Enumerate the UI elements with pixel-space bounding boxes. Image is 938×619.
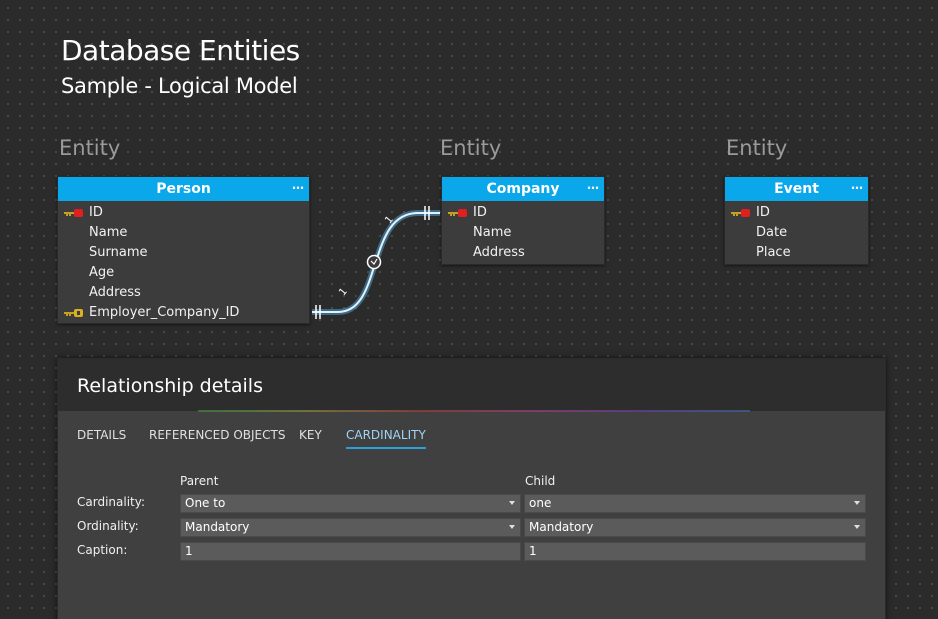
entity-header-company[interactable]: Company … bbox=[442, 177, 604, 201]
attribute-name: Address bbox=[473, 245, 525, 260]
tab-referenced-objects[interactable]: REFERENCED OBJECTS bbox=[149, 427, 285, 449]
attribute-name: Address bbox=[89, 285, 141, 300]
cardinality-label: Cardinality: bbox=[77, 495, 146, 509]
attribute-row[interactable]: Age bbox=[58, 263, 309, 283]
select-value: one bbox=[529, 496, 552, 510]
parent-cardinality-select[interactable]: One to bbox=[180, 494, 521, 513]
child-caption-input[interactable]: 1 bbox=[524, 542, 866, 561]
parent-column-header: Parent bbox=[180, 474, 219, 488]
primary-key-icon bbox=[64, 209, 83, 217]
chevron-down-icon bbox=[509, 525, 515, 529]
entity-person[interactable]: Person … ID Name Surname Age Address Emp… bbox=[57, 176, 310, 324]
relationship-details-panel: Relationship details DETAILS REFERENCED … bbox=[57, 358, 886, 619]
entity-name: Event bbox=[774, 181, 819, 197]
attribute-name: Surname bbox=[89, 245, 148, 260]
attribute-name: ID bbox=[473, 205, 487, 220]
entity-header-person[interactable]: Person … bbox=[58, 177, 309, 201]
tab-cardinality[interactable]: CARDINALITY bbox=[346, 427, 426, 449]
panel-accent-divider bbox=[198, 410, 750, 412]
panel-title: Relationship details bbox=[77, 375, 263, 397]
diagram-title: Database Entities bbox=[61, 34, 300, 67]
chevron-down-icon bbox=[854, 525, 860, 529]
entity-menu-icon[interactable]: … bbox=[851, 173, 863, 197]
attribute-name: Place bbox=[756, 245, 791, 260]
select-value: Mandatory bbox=[185, 520, 250, 534]
attribute-name: ID bbox=[89, 205, 103, 220]
attribute-name: Date bbox=[756, 225, 788, 240]
chevron-down-icon bbox=[509, 501, 515, 505]
entity-type-label-company: Entity bbox=[440, 136, 502, 160]
entity-header-event[interactable]: Event … bbox=[725, 177, 868, 201]
attribute-row[interactable]: Date bbox=[725, 223, 868, 243]
parent-caption-label: 1 bbox=[337, 286, 350, 298]
panel-header: Relationship details bbox=[58, 359, 885, 411]
attribute-row[interactable]: Surname bbox=[58, 243, 309, 263]
attribute-row[interactable]: Address bbox=[442, 243, 604, 263]
entity-company[interactable]: Company … ID Name Address bbox=[441, 176, 605, 265]
child-column-header: Child bbox=[525, 474, 556, 488]
parent-caption-input[interactable]: 1 bbox=[180, 542, 521, 561]
child-cardinality-select[interactable]: one bbox=[524, 494, 866, 513]
attribute-name: Age bbox=[89, 265, 115, 280]
entity-name: Company bbox=[486, 181, 560, 197]
primary-key-icon bbox=[731, 209, 750, 217]
attribute-name: Name bbox=[473, 225, 512, 240]
attribute-row[interactable]: Place bbox=[725, 243, 868, 263]
caption-label: Caption: bbox=[77, 543, 128, 557]
ordinality-label: Ordinality: bbox=[77, 519, 139, 533]
attribute-row[interactable]: Address bbox=[58, 283, 309, 303]
select-value: Mandatory bbox=[529, 520, 594, 534]
entity-type-label-event: Entity bbox=[726, 136, 788, 160]
foreign-key-icon bbox=[64, 309, 83, 317]
tab-details[interactable]: DETAILS bbox=[77, 427, 126, 449]
chevron-down-icon bbox=[854, 501, 860, 505]
child-ordinality-select[interactable]: Mandatory bbox=[524, 518, 866, 537]
relationship-connector[interactable]: 1 1 bbox=[300, 195, 450, 325]
attribute-row[interactable]: ID bbox=[58, 203, 309, 223]
attribute-name: Employer_Company_ID bbox=[89, 305, 240, 320]
attribute-row[interactable]: ID bbox=[442, 203, 604, 223]
entity-event[interactable]: Event … ID Date Place bbox=[724, 176, 869, 265]
entity-type-label-person: Entity bbox=[59, 136, 121, 160]
attribute-row[interactable]: Employer_Company_ID bbox=[58, 303, 309, 323]
entity-name: Person bbox=[156, 181, 211, 197]
select-value: One to bbox=[185, 496, 226, 510]
attribute-name: Name bbox=[89, 225, 128, 240]
relationship-midpoint-icon[interactable] bbox=[366, 254, 382, 270]
entity-menu-icon[interactable]: … bbox=[292, 173, 304, 197]
diagram-subtitle: Sample - Logical Model bbox=[61, 74, 298, 98]
entity-menu-icon[interactable]: … bbox=[587, 173, 599, 197]
attribute-row[interactable]: Name bbox=[58, 223, 309, 243]
primary-key-icon bbox=[448, 209, 467, 217]
attribute-row[interactable]: Name bbox=[442, 223, 604, 243]
tab-key[interactable]: KEY bbox=[299, 427, 322, 449]
parent-ordinality-select[interactable]: Mandatory bbox=[180, 518, 521, 537]
attribute-row[interactable]: ID bbox=[725, 203, 868, 223]
attribute-name: ID bbox=[756, 205, 770, 220]
